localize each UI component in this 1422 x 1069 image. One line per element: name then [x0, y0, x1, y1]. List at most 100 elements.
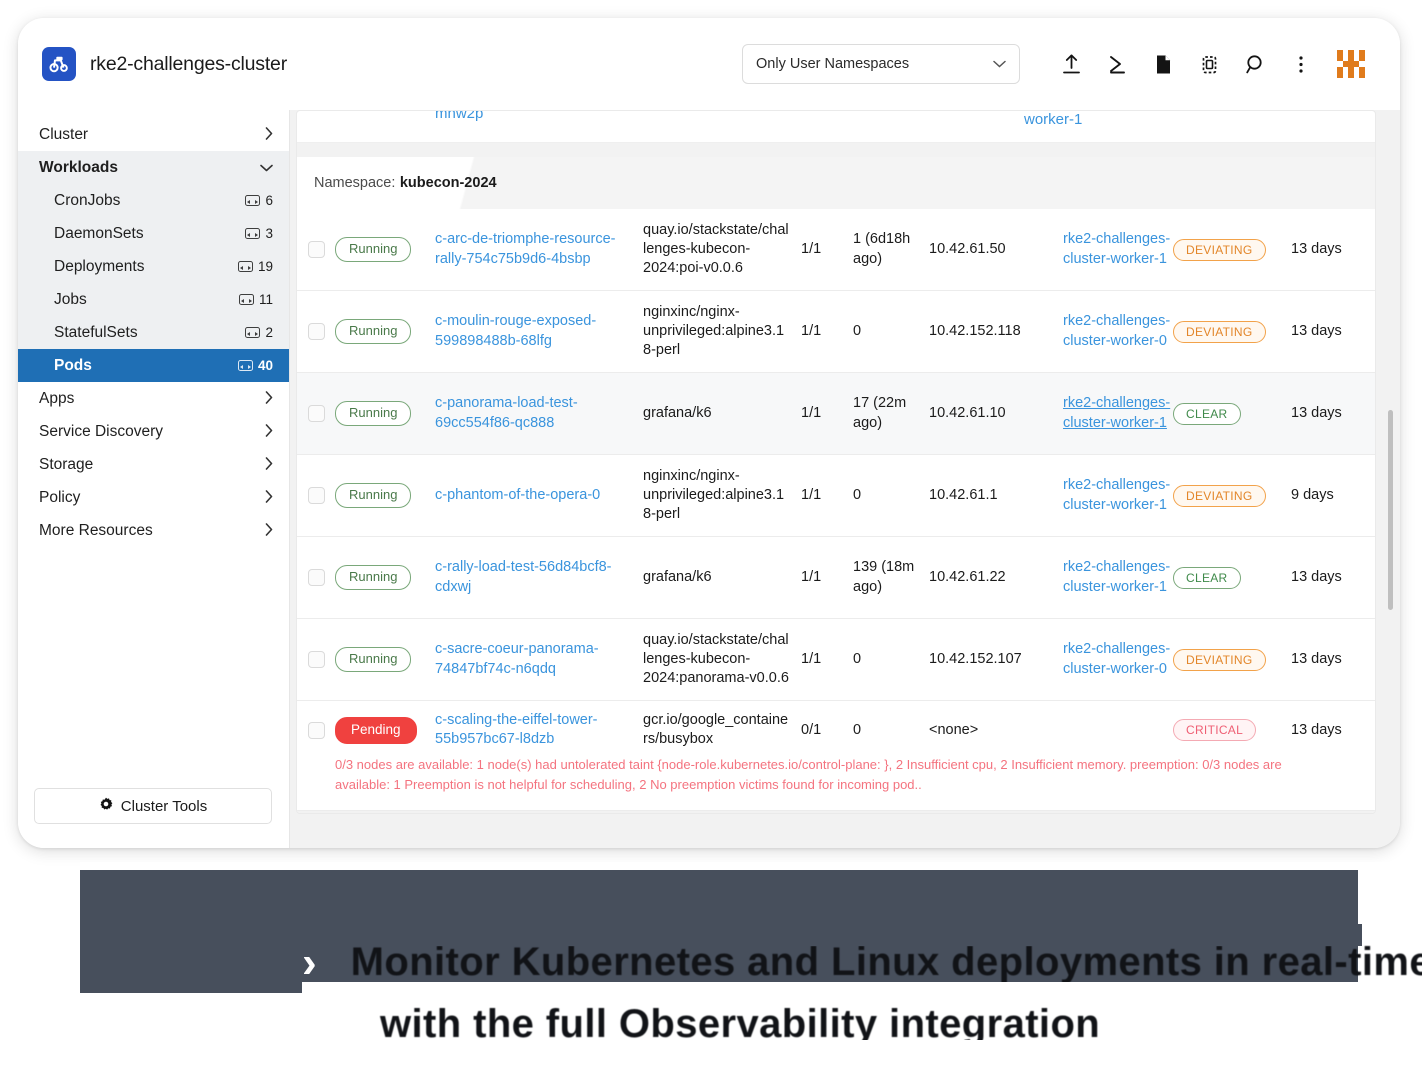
row-select-cell [297, 721, 335, 739]
user-avatar[interactable] [1332, 45, 1370, 83]
resource-count-icon [238, 294, 254, 305]
row-ready-cell: 1/1 [801, 568, 853, 587]
sidebar-item-jobs[interactable]: Jobs 11 [18, 283, 289, 316]
pod-image: nginxinc/nginx-unprivileged:alpine3.18-p… [643, 303, 785, 359]
row-image-cell: quay.io/stackstate/challenges-kubecon-20… [643, 221, 801, 278]
sidebar-group-workloads[interactable]: Workloads [18, 151, 289, 184]
table-row[interactable]: Running c-phantom-of-the-opera-0 nginxin… [297, 455, 1375, 537]
sidebar-group-label: Policy [39, 488, 81, 506]
row-checkbox[interactable] [307, 651, 325, 668]
table-scrollbar[interactable] [1388, 410, 1393, 610]
clipped-node-fragment[interactable]: worker-1 [1024, 111, 1082, 128]
pod-name-link[interactable]: c-moulin-rouge-exposed-599898488b-68lfg [435, 313, 596, 348]
row-checkbox[interactable] [307, 323, 325, 340]
health-badge: DEVIATING [1173, 238, 1266, 261]
row-health-cell: DEVIATING [1173, 484, 1291, 507]
pod-name-link[interactable]: c-scaling-the-eiffel-tower-55b957bc67-l8… [435, 712, 598, 747]
row-health-cell: DEVIATING [1173, 238, 1291, 261]
sidebar-item-deployments[interactable]: Deployments 19 [18, 250, 289, 283]
row-checkbox[interactable] [307, 487, 325, 504]
table-row[interactable]: Running c-sacre-coeur-panorama-74847bf74… [297, 619, 1375, 701]
sidebar-group-service-discovery[interactable]: Service Discovery [18, 415, 289, 448]
chevron-right-icon: › [302, 937, 317, 987]
clipped-pod-name-fragment[interactable]: mnw2p [435, 111, 483, 122]
pod-name-link[interactable]: c-panorama-load-test-69cc554f86-qc888 [435, 395, 578, 430]
pod-age: 13 days [1291, 650, 1342, 667]
pod-restarts: 0 [853, 322, 862, 339]
row-name-cell: c-scaling-the-eiffel-tower-55b957bc67-l8… [435, 711, 643, 749]
pod-image: quay.io/stackstate/challenges-kubecon-20… [643, 221, 789, 277]
row-name-cell: c-sacre-coeur-panorama-74847bf74c-n6qdq [435, 640, 643, 678]
health-badge: DEVIATING [1173, 320, 1266, 343]
row-restarts-cell: 0 [853, 721, 929, 740]
health-badge: CLEAR [1173, 566, 1241, 589]
sidebar-item-daemonsets[interactable]: DaemonSets 3 [18, 217, 289, 250]
sidebar-group-storage[interactable]: Storage [18, 448, 289, 481]
sidebar-group-label: Apps [39, 389, 75, 407]
row-restarts-cell: 1 (6d18h ago) [853, 230, 929, 268]
pod-name-link[interactable]: c-rally-load-test-56d84bcf8-cdxwj [435, 559, 612, 594]
pod-restarts: 17 (22m ago) [853, 395, 907, 431]
node-link[interactable]: rke2-challenges-cluster-worker-1 [1063, 477, 1170, 512]
pod-ip: 10.42.61.10 [929, 404, 1006, 421]
table-row-clipped: mnw2p worker-1 [297, 111, 1375, 143]
row-node-cell: rke2-challenges-cluster-worker-1 [1063, 230, 1173, 268]
node-link[interactable]: rke2-challenges-cluster-worker-1 [1063, 559, 1170, 594]
brand[interactable]: rke2-challenges-cluster [42, 47, 314, 81]
node-link[interactable]: rke2-challenges-cluster-worker-0 [1063, 641, 1170, 676]
row-state-cell: Running [335, 647, 435, 672]
pod-name-link[interactable]: c-sacre-coeur-panorama-74847bf74c-n6qdq [435, 641, 599, 676]
kubeconfig-file-icon[interactable] [1140, 41, 1186, 87]
sidebar-item-cronjobs[interactable]: CronJobs 6 [18, 184, 289, 217]
kubectl-shell-icon[interactable] [1094, 41, 1140, 87]
table-row[interactable]: Running c-panorama-load-test-69cc554f86-… [297, 373, 1375, 455]
row-checkbox[interactable] [307, 241, 325, 258]
sidebar-group-policy[interactable]: Policy [18, 481, 289, 514]
chevron-right-icon [265, 523, 273, 538]
row-ip-cell: 10.42.152.107 [929, 650, 1063, 669]
row-checkbox[interactable] [307, 721, 325, 739]
sidebar-group-apps[interactable]: Apps [18, 382, 289, 415]
count-value: 6 [265, 193, 273, 208]
row-state-cell: Running [335, 237, 435, 262]
row-restarts-cell: 0 [853, 486, 929, 505]
cluster-tools-button[interactable]: Cluster Tools [34, 788, 272, 824]
sidebar-item-label: CronJobs [54, 191, 121, 209]
pod-name-link[interactable]: c-phantom-of-the-opera-0 [435, 487, 600, 503]
row-health-cell: DEVIATING [1173, 648, 1291, 671]
row-image-cell: nginxinc/nginx-unprivileged:alpine3.18-p… [643, 467, 801, 524]
node-link[interactable]: rke2-challenges-cluster-worker-0 [1063, 313, 1170, 348]
sidebar-item-label: Pods [54, 356, 92, 374]
row-select-cell [297, 241, 335, 258]
resource-count-icon [245, 228, 261, 239]
namespace-filter-select[interactable]: Only User Namespaces [742, 44, 1020, 84]
chevron-right-icon [265, 490, 273, 505]
sidebar-item-pods[interactable]: Pods 40 [18, 349, 289, 382]
more-menu-icon[interactable] [1278, 41, 1324, 87]
row-checkbox[interactable] [307, 569, 325, 586]
row-name-cell: c-phantom-of-the-opera-0 [435, 486, 643, 505]
node-link[interactable]: rke2-challenges-cluster-worker-1 [1063, 231, 1170, 266]
table-row[interactable]: Running c-arc-de-triomphe-resource-rally… [297, 209, 1375, 291]
cluster-name: rke2-challenges-cluster [90, 52, 287, 75]
row-ip-cell: <none> [929, 721, 1063, 740]
row-ready-cell: 0/1 [801, 721, 853, 740]
copy-kubeconfig-icon[interactable] [1186, 41, 1232, 87]
sidebar-group-label: Workloads [39, 158, 118, 176]
sidebar-item-statefulsets[interactable]: StatefulSets 2 [18, 316, 289, 349]
table-row[interactable]: Running c-rally-load-test-56d84bcf8-cdxw… [297, 537, 1375, 619]
import-yaml-icon[interactable] [1048, 41, 1094, 87]
search-icon[interactable] [1232, 41, 1278, 87]
row-name-cell: c-rally-load-test-56d84bcf8-cdxwj [435, 558, 643, 596]
pod-ip: 10.42.152.118 [929, 322, 1021, 339]
chevron-right-icon [265, 424, 273, 439]
row-select-cell [297, 405, 335, 422]
table-row[interactable]: Running c-moulin-rouge-exposed-599898488… [297, 291, 1375, 373]
pod-name-link[interactable]: c-arc-de-triomphe-resource-rally-754c75b… [435, 231, 616, 266]
sidebar-group-more-resources[interactable]: More Resources [18, 514, 289, 547]
table-row[interactable]: Pending c-scaling-the-eiffel-tower-55b95… [297, 701, 1375, 754]
sidebar-group-cluster[interactable]: Cluster [18, 118, 289, 151]
row-health-cell: CLEAR [1173, 402, 1291, 425]
row-checkbox[interactable] [307, 405, 325, 422]
node-link[interactable]: rke2-challenges-cluster-worker-1 [1063, 395, 1170, 430]
